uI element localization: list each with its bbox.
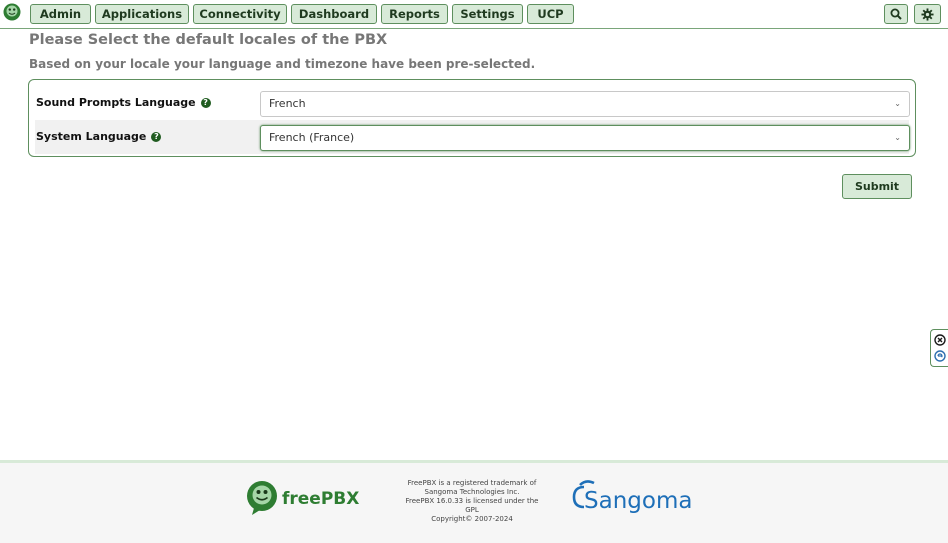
chevron-down-icon: ⌄ (894, 99, 901, 108)
nav-ucp[interactable]: UCP (527, 4, 574, 24)
freepbx-brand-text: freePBX (282, 489, 359, 509)
system-language-label: System Language (36, 130, 147, 143)
nav-settings[interactable]: Settings (452, 4, 523, 24)
search-icon (890, 8, 902, 20)
system-language-row: System Language ? French (France) ⌄ (35, 120, 910, 154)
system-language-value: French (France) (269, 131, 355, 144)
footer-line: Copyright© 2007-2024 (431, 515, 513, 523)
system-language-select[interactable]: French (France) ⌄ (260, 125, 910, 151)
freepbx-logo-icon[interactable] (3, 3, 21, 21)
side-widget[interactable] (930, 329, 948, 367)
submit-button[interactable]: Submit (842, 174, 912, 199)
footer-line: FreePBX 16.0.33 is licensed under the (405, 497, 539, 505)
top-navigation-bar: Admin Applications Connectivity Dashboar… (0, 0, 948, 29)
footer-line: FreePBX is a registered trademark of (407, 479, 537, 487)
sound-prompts-language-select[interactable]: French ⌄ (260, 91, 910, 117)
sound-prompts-label: Sound Prompts Language (36, 96, 196, 109)
system-language-label-group: System Language ? (36, 130, 162, 143)
footer-trademark-text: FreePBX is a registered trademark of San… (400, 479, 544, 524)
nav-dashboard[interactable]: Dashboard (291, 4, 377, 24)
sangoma-brand-text: Sangoma (584, 488, 692, 514)
sound-prompts-row: Sound Prompts Language ? French ⌄ (35, 86, 910, 120)
sound-prompts-value: French (269, 97, 306, 110)
page-subtitle: Based on your locale your language and t… (29, 57, 536, 71)
nav-reports[interactable]: Reports (381, 4, 448, 24)
footer: freePBX FreePBX is a registered trademar… (0, 460, 948, 543)
expand-icon[interactable] (934, 350, 946, 362)
search-button[interactable] (884, 4, 908, 24)
gear-icon (921, 7, 934, 21)
sound-prompts-label-group: Sound Prompts Language ? (36, 96, 211, 109)
footer-line: Sangoma Technologies Inc. (424, 488, 520, 496)
nav-connectivity[interactable]: Connectivity (193, 4, 287, 24)
chevron-down-icon: ⌄ (894, 133, 901, 142)
settings-button[interactable] (914, 4, 941, 24)
freepbx-footer-logo[interactable]: freePBX (244, 480, 364, 516)
footer-line: GPL (465, 506, 479, 514)
close-icon[interactable] (934, 334, 946, 346)
nav-admin[interactable]: Admin (30, 4, 91, 24)
locale-form-panel: Sound Prompts Language ? French ⌄ System… (28, 79, 916, 157)
page-title: Please Select the default locales of the… (29, 32, 388, 48)
help-icon[interactable]: ? (200, 97, 211, 108)
sangoma-logo[interactable]: Sangoma (570, 479, 710, 517)
help-icon[interactable]: ? (151, 131, 162, 142)
nav-applications[interactable]: Applications (95, 4, 189, 24)
